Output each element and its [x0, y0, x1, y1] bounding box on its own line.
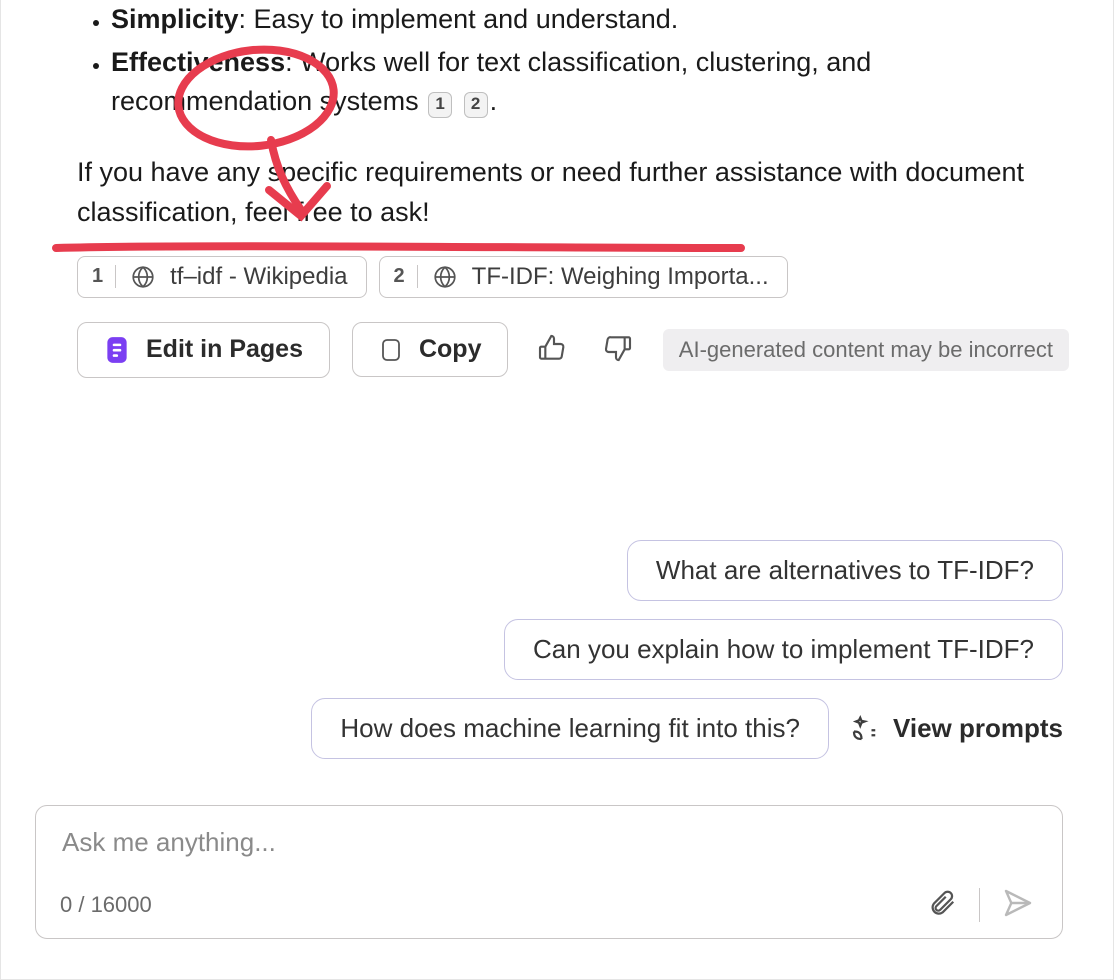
bullet-title: Simplicity: [111, 4, 239, 34]
bullet-title: Effectiveness: [111, 47, 285, 77]
attach-button[interactable]: [923, 884, 961, 925]
globe-icon: [130, 264, 156, 290]
prompt-input-container: 0 / 16000: [35, 805, 1063, 939]
divider: [979, 888, 980, 922]
thumbs-down-button[interactable]: [596, 326, 640, 373]
thumbs-up-icon: [536, 332, 568, 367]
suggestion-pill[interactable]: How does machine learning fit into this?: [311, 698, 829, 759]
edit-label: Edit in Pages: [146, 335, 303, 364]
view-prompts-button[interactable]: View prompts: [849, 713, 1063, 744]
suggestion-row: How does machine learning fit into this?…: [311, 698, 1063, 759]
char-count: 0 / 16000: [60, 892, 152, 918]
bullet-item: Simplicity: Easy to implement and unders…: [111, 0, 1073, 39]
input-footer: 0 / 16000: [60, 883, 1038, 926]
bullet-item: Effectiveness: Works well for text class…: [111, 43, 1073, 121]
ai-disclaimer: AI-generated content may be incorrect: [663, 329, 1069, 371]
source-number: 2: [394, 265, 418, 288]
source-chip[interactable]: 2 TF-IDF: Weighing Importa...: [379, 256, 788, 298]
sparkle-icon: [849, 714, 879, 744]
citation-badge[interactable]: 2: [464, 92, 488, 118]
suggestion-pill[interactable]: What are alternatives to TF-IDF?: [627, 540, 1063, 601]
source-label: TF-IDF: Weighing Importa...: [472, 263, 769, 291]
thumbs-up-button[interactable]: [530, 326, 574, 373]
bullet-body: : Easy to implement and understand.: [239, 4, 679, 34]
thumbs-down-icon: [602, 332, 634, 367]
suggestion-pill[interactable]: Can you explain how to implement TF-IDF?: [504, 619, 1063, 680]
paperclip-icon: [927, 888, 957, 921]
bullet-list: Simplicity: Easy to implement and unders…: [1, 0, 1113, 121]
source-chip[interactable]: 1 tf–idf - Wikipedia: [77, 256, 367, 298]
copy-button[interactable]: Copy: [352, 322, 509, 377]
source-number: 1: [92, 265, 116, 288]
closing-paragraph: If you have any specific requirements or…: [1, 125, 1113, 231]
view-prompts-label: View prompts: [893, 713, 1063, 744]
prompt-input[interactable]: [60, 826, 1038, 859]
source-list: 1 tf–idf - Wikipedia 2: [1, 232, 1113, 298]
copy-icon: [379, 336, 403, 364]
pages-icon: [104, 335, 130, 365]
input-icon-row: [923, 883, 1038, 926]
source-label: tf–idf - Wikipedia: [170, 263, 347, 291]
send-icon: [1002, 887, 1034, 922]
send-button[interactable]: [998, 883, 1038, 926]
globe-icon: [432, 264, 458, 290]
chat-view: Simplicity: Easy to implement and unders…: [0, 0, 1114, 980]
bullet-trailing: .: [490, 86, 498, 116]
citation-badge[interactable]: 1: [428, 92, 452, 118]
action-bar: Edit in Pages Copy: [1, 298, 1113, 378]
suggested-prompts: What are alternatives to TF-IDF? Can you…: [311, 540, 1063, 759]
copy-label: Copy: [419, 335, 482, 364]
edit-in-pages-button[interactable]: Edit in Pages: [77, 322, 330, 378]
